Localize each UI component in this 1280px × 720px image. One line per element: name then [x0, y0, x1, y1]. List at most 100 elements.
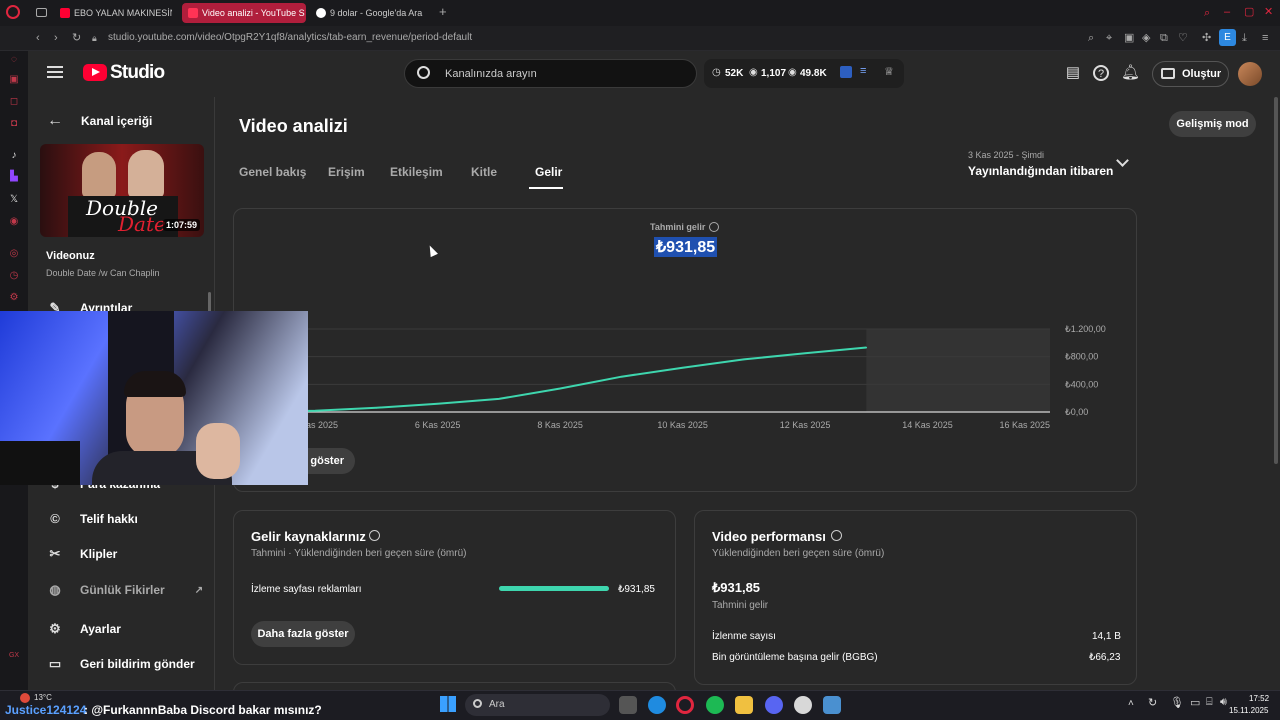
microphone-icon[interactable]: 🎙︎ — [1170, 696, 1184, 709]
twitch-icon[interactable]: ▙ — [7, 170, 21, 184]
tiktok-icon[interactable]: ♪ — [7, 149, 21, 163]
sidebar-item-clips[interactable]: ✂ Klipler — [47, 544, 118, 564]
url-text[interactable]: studio.youtube.com/video/OtpgR2Y1qf8/ana… — [108, 32, 472, 43]
settings-icon[interactable]: ⚙ — [7, 291, 21, 305]
aria-icon[interactable]: ◌ — [7, 53, 21, 67]
volume-icon[interactable]: 🔊︎ — [1220, 696, 1227, 709]
sidebar-scrollbar[interactable] — [208, 292, 211, 312]
weather-temp[interactable]: 13°C — [34, 693, 52, 702]
y-tick-label: ₺400,00 — [1065, 379, 1098, 389]
windows-start-icon[interactable] — [440, 696, 456, 712]
tab-reach[interactable]: Erişim — [328, 165, 365, 179]
youtube-icon[interactable]: ◉ — [7, 215, 21, 229]
browser-tab-2[interactable]: Video analizi - YouTube S — [182, 3, 306, 23]
video-title: Double Date /w Can Chaplin — [46, 268, 160, 278]
studio-logo-text[interactable]: Studio — [110, 62, 165, 84]
performance-subtitle: Yüklendiğinden beri geçen süre (ömrü) — [712, 548, 885, 559]
new-tab-button[interactable]: + — [439, 5, 447, 18]
realtime-stats-widget[interactable]: ◷ 52K ◉ 1,107 ◉ 49.8K ≡ ♕ — [704, 59, 904, 88]
heart-icon[interactable]: ♡ — [1178, 32, 1188, 44]
tab-overview[interactable]: Genel bakış — [239, 165, 306, 179]
active-tab-underline — [529, 187, 563, 189]
y-tick-label: ₺800,00 — [1065, 352, 1098, 362]
period-range[interactable]: 3 Kas 2025 - Şimdi — [968, 150, 1044, 160]
show-more-button[interactable]: Daha fazla göster — [251, 621, 355, 647]
app-icon[interactable] — [823, 696, 841, 714]
sidebar-item-ideas[interactable]: ◍ Günlük Fikirler ↗ — [47, 580, 203, 600]
sidebar-item-copyright[interactable]: © Telif hakkı — [47, 509, 138, 529]
edge-icon[interactable] — [648, 696, 666, 714]
gx-icon[interactable]: GX — [7, 649, 21, 663]
bag-icon[interactable]: ▣ — [7, 73, 21, 87]
snapshot-icon[interactable]: ▣ — [1124, 32, 1134, 44]
menu-icon[interactable]: ≡ — [1262, 32, 1268, 44]
forward-icon[interactable]: › — [54, 32, 58, 44]
clock-date[interactable]: 15.11.2025 — [1229, 706, 1268, 715]
browser-tab-3[interactable]: 9 dolar - Google'da Ara — [310, 3, 430, 23]
x-icon[interactable]: 𝕏 — [7, 193, 21, 207]
advanced-mode-button[interactable]: Gelişmiş mod — [1169, 111, 1256, 137]
revenue-source-value: ₺931,85 — [618, 584, 655, 595]
browser-tab-1[interactable]: EBO YALAN MAKINESİNDE — [54, 3, 172, 23]
avatar[interactable] — [1238, 62, 1262, 86]
chat-icon[interactable]: ◻ — [7, 95, 21, 109]
performance-revenue: ₺931,85 — [712, 580, 761, 595]
maximize-icon[interactable]: ▢ — [1244, 6, 1254, 18]
file-explorer-icon[interactable] — [735, 696, 753, 714]
back-arrow-icon[interactable]: ← — [47, 112, 63, 130]
back-icon[interactable]: ‹ — [36, 32, 40, 44]
rpm-value: ₺66,23 — [1089, 652, 1121, 663]
notifications-bell-icon[interactable]: 🔔︎ — [1121, 64, 1140, 82]
clock-time[interactable]: 17:52 — [1249, 694, 1269, 703]
tray-chevron-icon[interactable]: ˄ — [1128, 698, 1134, 709]
download-icon[interactable]: ⤓ — [1242, 32, 1247, 44]
history-icon[interactable]: ◷ — [7, 269, 21, 283]
shield-icon[interactable]: ◈ — [1142, 32, 1150, 44]
network-icon[interactable]: ⌸ — [1206, 696, 1213, 709]
taskbar-search[interactable]: Ara — [465, 694, 610, 716]
player-icon[interactable]: ◎ — [7, 247, 21, 261]
tab-revenue[interactable]: Gelir — [535, 165, 562, 179]
info-icon[interactable] — [709, 222, 719, 232]
close-icon[interactable]: ✕ — [1264, 6, 1273, 18]
opera-logo-icon[interactable] — [6, 5, 20, 19]
instagram-icon[interactable]: ◘ — [7, 117, 21, 131]
search-tabs-icon[interactable]: ⌕ — [1204, 7, 1210, 19]
reload-icon[interactable]: ↻ — [72, 32, 81, 44]
video-thumbnail[interactable]: Double Date 1:07:59 — [40, 144, 204, 237]
hamburger-menu-icon[interactable] — [47, 66, 63, 78]
browser-tab-label: 9 dolar - Google'da Ara — [330, 8, 423, 18]
spotify-icon[interactable] — [706, 696, 724, 714]
zoom-icon[interactable]: ⌕ — [1088, 32, 1094, 44]
tab-overview-icon[interactable] — [36, 8, 47, 17]
help-icon[interactable]: ? — [1093, 65, 1109, 81]
period-dropdown-chevron-icon[interactable] — [1116, 154, 1129, 167]
minimize-icon[interactable]: – — [1224, 6, 1230, 18]
sidebar-item-feedback[interactable]: ▭ Geri bildirim gönder — [47, 654, 195, 674]
tray-sync-icon[interactable]: ↻ — [1148, 696, 1157, 709]
extension-badge[interactable]: E — [1219, 29, 1236, 46]
sidebar-item-settings[interactable]: ⚙ Ayarlar — [47, 619, 121, 639]
channel-content-link[interactable]: Kanal içeriği — [81, 114, 152, 128]
extensions-icon[interactable]: ✣ — [1202, 32, 1211, 44]
revenue-data-point — [314, 409, 317, 412]
page-scrollbar[interactable] — [1274, 97, 1278, 464]
pin-icon[interactable]: ⌖ — [1106, 32, 1112, 44]
copyright-icon: © — [50, 511, 60, 526]
subtitles-icon[interactable]: ▤ — [1064, 64, 1082, 82]
discord-icon[interactable] — [765, 696, 783, 714]
display-icon[interactable]: ▭ — [1190, 696, 1200, 709]
tab-audience[interactable]: Kitle — [471, 165, 497, 179]
create-button[interactable]: Oluştur — [1152, 61, 1229, 87]
info-icon[interactable] — [831, 530, 842, 541]
video-popout-icon[interactable]: ⧉ — [1160, 32, 1168, 44]
steam-icon[interactable] — [794, 696, 812, 714]
info-icon[interactable] — [369, 530, 380, 541]
weather-icon[interactable] — [20, 693, 30, 703]
period-label[interactable]: Yayınlandığından itibaren — [968, 164, 1113, 178]
opera-gx-icon[interactable] — [676, 696, 694, 714]
tab-engagement[interactable]: Etkileşim — [390, 165, 443, 179]
channel-search-input[interactable]: Kanalınızda arayın — [404, 59, 697, 88]
youtube-logo-icon[interactable] — [83, 64, 107, 81]
task-view-icon[interactable] — [619, 696, 637, 714]
